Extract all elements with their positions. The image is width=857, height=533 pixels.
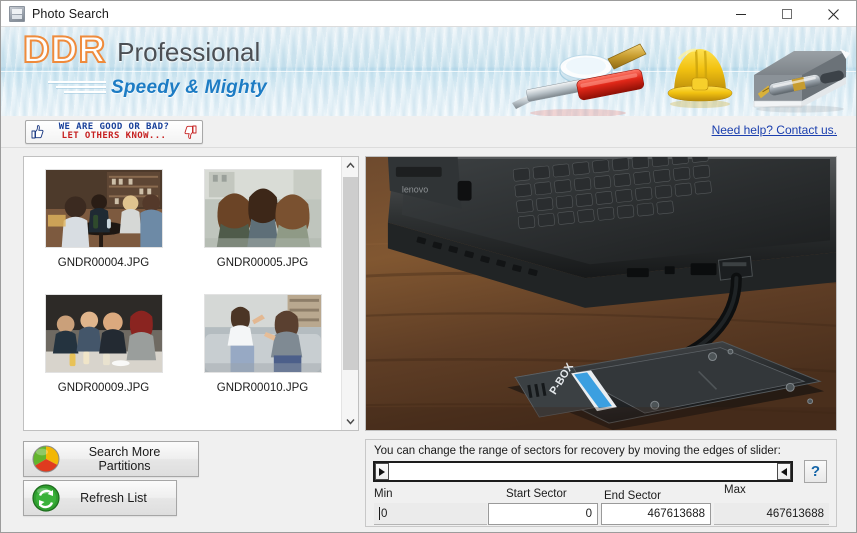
- file-thumbnail[interactable]: [203, 294, 322, 373]
- text-caret: [379, 507, 380, 520]
- minimize-button[interactable]: [718, 1, 764, 27]
- max-label: Max: [724, 484, 746, 496]
- feedback-line-2: LET OTHERS KNOW...: [61, 131, 167, 141]
- file-thumbnail[interactable]: [203, 169, 322, 248]
- refresh-list-button[interactable]: Refresh List: [23, 480, 177, 516]
- file-name: GNDR00005.JPG: [216, 257, 309, 269]
- file-name: GNDR00009.JPG: [57, 382, 150, 394]
- slider-track[interactable]: [389, 463, 777, 480]
- maximize-button[interactable]: [764, 1, 810, 27]
- sector-range-panel: You can change the range of sectors for …: [365, 439, 837, 527]
- start-sector-label: Start Sector: [506, 488, 567, 500]
- list-item[interactable]: GNDR00005.JPG: [188, 169, 338, 294]
- brand-banner: DDR Professional Speedy & Mighty: [1, 27, 856, 116]
- list-item[interactable]: GNDR00010.JPG: [188, 294, 338, 419]
- start-sector-input[interactable]: 0: [488, 503, 598, 525]
- window-controls: [718, 1, 856, 27]
- file-thumbnail[interactable]: [44, 169, 163, 248]
- search-more-partitions-button[interactable]: Search More Partitions: [23, 441, 199, 477]
- sector-range-hint: You can change the range of sectors for …: [374, 445, 781, 457]
- image-preview[interactable]: lenovo P-BOX: [365, 156, 837, 431]
- thumbs-up-icon: [31, 125, 44, 139]
- scroll-up-icon[interactable]: [342, 157, 358, 174]
- refresh-list-label: Refresh List: [80, 491, 147, 505]
- feedback-bar: WE ARE GOOD OR BAD? LET OTHERS KNOW... N…: [1, 116, 856, 148]
- sector-help-button[interactable]: ?: [804, 460, 827, 483]
- window-title: Photo Search: [32, 6, 109, 21]
- brand-tagline: Speedy & Mighty: [111, 77, 268, 98]
- refresh-icon: [32, 484, 60, 512]
- feedback-text: WE ARE GOOD OR BAD? LET OTHERS KNOW...: [44, 122, 184, 142]
- brand-name: DDR: [22, 29, 107, 70]
- brand-lockup: DDR Professional: [22, 29, 261, 70]
- svg-text:lenovo: lenovo: [402, 185, 428, 195]
- slider-start-handle[interactable]: [375, 463, 389, 480]
- file-name: GNDR00010.JPG: [216, 382, 309, 394]
- file-name: GNDR00004.JPG: [57, 257, 150, 269]
- max-value-text: 467613688: [766, 507, 824, 520]
- photo-search-window: Photo Search DDR Professional Speedy & M…: [0, 0, 857, 533]
- contact-us-link[interactable]: Need help? Contact us.: [712, 123, 837, 137]
- thumbnail-grid: GNDR00004.JPG GNDR00005.JPG GNDR00009.JP…: [24, 157, 342, 430]
- slider-end-handle[interactable]: [777, 463, 791, 480]
- feedback-banner-button[interactable]: WE ARE GOOD OR BAD? LET OTHERS KNOW...: [25, 120, 203, 144]
- scrollbar-thumb[interactable]: [343, 177, 358, 370]
- min-value-text: 0: [381, 507, 388, 520]
- min-label: Min: [374, 488, 393, 500]
- thumbs-down-icon: [184, 125, 197, 139]
- product-name: Professional: [117, 37, 261, 67]
- sector-range-slider[interactable]: [373, 461, 793, 482]
- banner-tools-illustration: [488, 27, 856, 116]
- list-item[interactable]: GNDR00009.JPG: [29, 294, 179, 419]
- search-more-partitions-label: Search More Partitions: [88, 445, 161, 473]
- end-sector-label: End Sector: [604, 490, 661, 502]
- speed-lines-icon: [48, 81, 106, 97]
- min-value: 0: [374, 503, 487, 525]
- end-sector-value: 467613688: [647, 508, 705, 520]
- recovered-files-list: GNDR00004.JPG GNDR00005.JPG GNDR00009.JP…: [23, 156, 359, 431]
- app-icon: [9, 5, 25, 22]
- title-bar: Photo Search: [1, 1, 856, 27]
- max-value: 467613688: [714, 503, 829, 525]
- pie-chart-icon: [32, 445, 60, 473]
- start-sector-value: 0: [585, 508, 592, 520]
- end-sector-input[interactable]: 467613688: [601, 503, 711, 525]
- list-item[interactable]: GNDR00004.JPG: [29, 169, 179, 294]
- scroll-down-icon[interactable]: [342, 413, 358, 430]
- file-list-scrollbar[interactable]: [341, 157, 358, 430]
- close-button[interactable]: [810, 1, 856, 27]
- file-thumbnail[interactable]: [44, 294, 163, 373]
